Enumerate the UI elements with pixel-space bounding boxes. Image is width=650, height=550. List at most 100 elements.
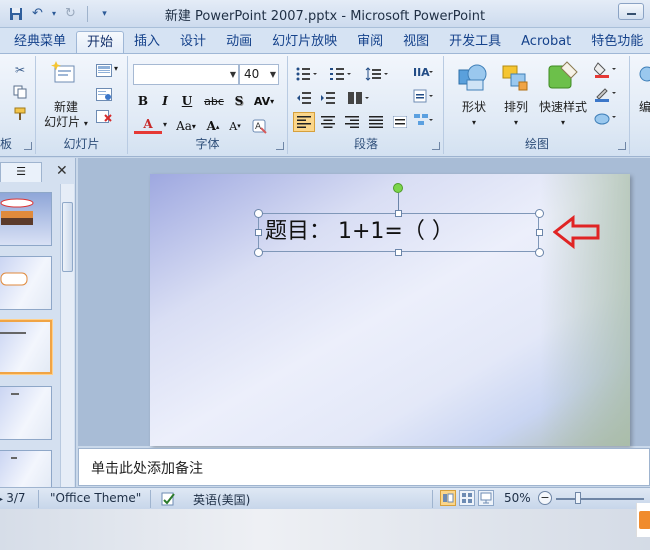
slide-thumbnail-1[interactable] xyxy=(0,192,52,246)
tab-0[interactable]: 经典菜单 xyxy=(4,31,76,53)
resize-handle-left[interactable] xyxy=(255,229,262,236)
slides-panel-scrollbar[interactable] xyxy=(60,184,74,488)
quick-styles-button[interactable]: 快速样式 ▾ xyxy=(535,100,591,130)
justify-icon[interactable] xyxy=(365,112,387,132)
font-size-combo[interactable]: 40 ▼ xyxy=(239,64,279,85)
shrink-font-button[interactable]: A ▾ xyxy=(224,116,246,136)
layout-icon[interactable] xyxy=(94,60,114,80)
status-separator xyxy=(432,490,433,508)
align-text-icon[interactable] xyxy=(411,86,437,106)
resize-handle-top[interactable] xyxy=(395,210,402,217)
resize-handle-top-right[interactable] xyxy=(535,209,544,218)
resize-handle-bottom[interactable] xyxy=(395,249,402,256)
resize-handle-bottom-left[interactable] xyxy=(254,248,263,257)
slide-thumbnail-5[interactable] xyxy=(0,450,52,488)
notes-pane[interactable]: 单击此处添加备注 xyxy=(78,448,650,486)
title-textbox-text[interactable]: 题目： 1+1=（ ） xyxy=(265,215,454,249)
drawing-launcher[interactable] xyxy=(618,142,626,150)
clipboard-launcher[interactable] xyxy=(24,142,32,150)
shape-effects-icon[interactable] xyxy=(593,108,619,128)
bold-button[interactable]: B xyxy=(132,91,154,111)
font-color-dropdown-icon[interactable]: ▾ xyxy=(163,120,167,129)
bullets-icon[interactable] xyxy=(293,64,321,84)
minimize-button[interactable] xyxy=(618,3,644,20)
align-right-icon[interactable] xyxy=(341,112,363,132)
tab-2[interactable]: 插入 xyxy=(124,31,170,53)
new-slide-icon[interactable] xyxy=(50,60,76,89)
increase-indent-icon[interactable] xyxy=(317,88,339,108)
decrease-indent-icon[interactable] xyxy=(293,88,315,108)
resize-handle-top-left[interactable] xyxy=(254,209,263,218)
reset-icon[interactable] xyxy=(94,84,114,104)
line-spacing-icon[interactable] xyxy=(363,64,391,84)
chevron-down-icon: ▼ xyxy=(229,70,236,79)
shadow-button[interactable]: S xyxy=(228,91,250,111)
resize-handle-right[interactable] xyxy=(536,229,543,236)
shapes-icon[interactable] xyxy=(457,62,489,97)
slide-thumbnail-2[interactable] xyxy=(0,256,52,310)
columns-icon[interactable] xyxy=(345,88,373,108)
change-case-button[interactable]: Aa ▾ xyxy=(172,116,200,136)
character-spacing-button[interactable]: AV ▾ xyxy=(250,91,278,111)
slideshow-button[interactable] xyxy=(478,490,494,506)
format-painter-icon[interactable] xyxy=(10,104,30,124)
arrange-button[interactable]: 排列 ▾ xyxy=(491,100,541,130)
arrange-icon[interactable] xyxy=(499,62,531,97)
grow-font-button[interactable]: A ▴ xyxy=(202,116,224,136)
numbering-icon[interactable] xyxy=(327,64,355,84)
zoom-slider-thumb[interactable] xyxy=(575,492,581,504)
tray-app-icon[interactable] xyxy=(636,503,650,537)
strikethrough-button[interactable]: abc xyxy=(200,91,228,111)
notes-placeholder: 单击此处添加备注 xyxy=(91,461,203,477)
paragraph-launcher[interactable] xyxy=(432,142,440,150)
tab-1[interactable]: 开始 xyxy=(76,31,125,53)
red-arrow-annotation xyxy=(553,215,600,249)
underline-button[interactable]: U xyxy=(176,91,198,111)
tab-3[interactable]: 设计 xyxy=(170,31,216,53)
tab-8[interactable]: 开发工具 xyxy=(439,31,511,53)
slide-thumbnail-3[interactable] xyxy=(0,320,52,374)
status-separator xyxy=(150,490,151,508)
align-left-icon[interactable] xyxy=(293,112,315,132)
slides-panel: ☰ ✕ xyxy=(0,158,76,488)
shape-fill-icon[interactable] xyxy=(593,60,619,80)
zoom-level[interactable]: 50% xyxy=(504,491,531,505)
slide-sorter-button[interactable] xyxy=(459,490,475,506)
tab-10[interactable]: 特色功能 xyxy=(581,31,650,53)
font-name-combo[interactable]: ▼ xyxy=(133,64,239,85)
theme-name[interactable]: "Office Theme" xyxy=(50,491,141,505)
tab-9[interactable]: Acrobat xyxy=(511,31,581,53)
align-center-icon[interactable] xyxy=(317,112,339,132)
text-direction-icon[interactable]: IIA xyxy=(411,62,437,82)
cut-icon[interactable]: ✂ xyxy=(10,60,30,80)
new-slide-button[interactable]: 新建 幻灯片 ▾ xyxy=(40,100,92,131)
clear-formatting-icon[interactable]: A xyxy=(250,116,270,136)
zoom-out-icon[interactable]: − xyxy=(538,491,552,505)
tab-6[interactable]: 审阅 xyxy=(347,31,393,53)
scrollbar-thumb[interactable] xyxy=(62,202,73,272)
quick-styles-icon[interactable] xyxy=(545,60,579,97)
font-color-button[interactable]: A xyxy=(134,116,162,134)
find-icon[interactable] xyxy=(637,64,650,97)
tab-5[interactable]: 幻灯片放映 xyxy=(262,31,347,53)
tab-4[interactable]: 动画 xyxy=(216,31,262,53)
normal-view-button[interactable] xyxy=(440,490,456,506)
smartart-icon[interactable] xyxy=(411,110,437,130)
zoom-slider[interactable] xyxy=(556,498,644,500)
italic-button[interactable]: I xyxy=(154,91,176,111)
tab-outline[interactable]: ☰ xyxy=(0,162,42,182)
rotation-handle[interactable] xyxy=(393,183,403,193)
layout-dropdown-icon[interactable]: ▾ xyxy=(114,64,118,73)
svg-text:IIA: IIA xyxy=(413,66,430,79)
tab-7[interactable]: 视图 xyxy=(393,31,439,53)
delete-slide-icon[interactable] xyxy=(94,106,114,126)
language[interactable]: 英语(美国) xyxy=(193,491,250,508)
resize-handle-bottom-right[interactable] xyxy=(535,248,544,257)
distributed-icon[interactable] xyxy=(389,112,411,132)
shape-outline-icon[interactable] xyxy=(593,84,619,104)
copy-icon[interactable] xyxy=(10,82,30,102)
spellcheck-icon[interactable] xyxy=(160,491,178,510)
font-launcher[interactable] xyxy=(276,142,284,150)
close-panel-icon[interactable]: ✕ xyxy=(56,164,70,178)
slide-thumbnail-4[interactable] xyxy=(0,386,52,440)
